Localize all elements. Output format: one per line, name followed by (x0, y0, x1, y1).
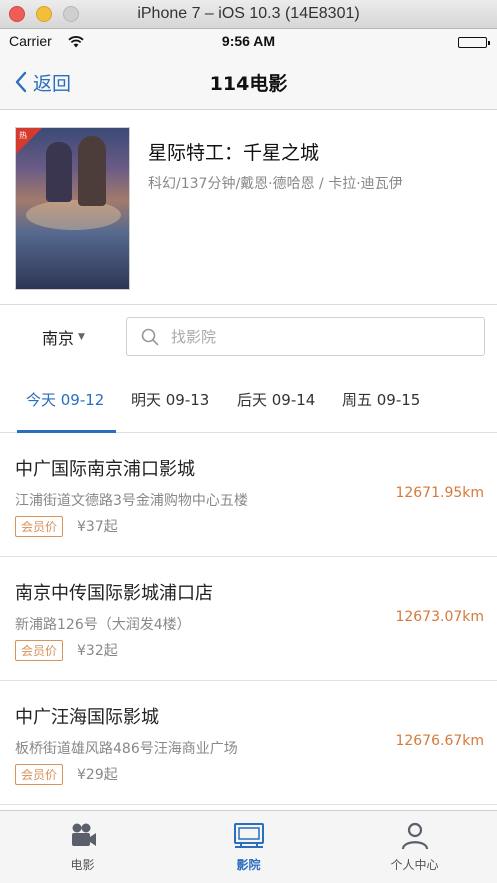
member-price-badge: 会员价 (15, 764, 64, 785)
poster-badge: 热 (19, 131, 27, 140)
movie-poster: 热 (15, 127, 130, 290)
search-input[interactable] (171, 326, 471, 348)
cinema-distance: 12676.67km (395, 733, 484, 749)
cinema-name: 中广国际南京浦口影城 (15, 459, 195, 480)
cinema-list-item[interactable]: 中广汪海国际影城 板桥街道雄风路486号汪海商业广场 12676.67km 会员… (0, 681, 497, 805)
member-price-badge: 会员价 (15, 640, 64, 661)
search-box[interactable] (126, 317, 485, 356)
simulator-title: iPhone 7 – iOS 10.3 (14E8301) (137, 5, 360, 22)
status-time: 9:56 AM (221, 33, 276, 49)
cinema-price: ¥29起 (77, 767, 118, 783)
status-bar: Carrier 9:56 AM (0, 29, 497, 54)
cinema-address: 新浦路126号（大润发4楼） (15, 617, 191, 633)
cinema-name: 中广汪海国际影城 (15, 707, 159, 728)
cinema-list-item[interactable]: 南京中传国际影城浦口店 新浦路126号（大润发4楼） 12673.07km 会员… (0, 557, 497, 681)
battery-icon (458, 37, 490, 48)
cinema-price: ¥32起 (77, 643, 118, 659)
tabbar-item-cinemas[interactable]: 影院 (166, 811, 331, 883)
tabbar-label: 电影 (70, 858, 95, 872)
cinema-address: 江浦街道文德路3号金浦购物中心五楼 (15, 493, 248, 509)
simulator-title-bar: iPhone 7 – iOS 10.3 (14E8301) (0, 0, 497, 29)
date-tabs: 今天 09-12 明天 09-13 后天 09-14 周五 09-15 (0, 367, 497, 433)
tabbar-label: 影院 (236, 858, 261, 872)
cinema-list-item[interactable]: 中广国际南京浦口影城 江浦街道文德路3号金浦购物中心五楼 12671.95km … (0, 433, 497, 557)
cinema-price: ¥37起 (77, 519, 118, 535)
person-icon (401, 822, 428, 850)
movie-camera-icon (71, 823, 96, 846)
page-title: 114电影 (209, 73, 288, 95)
cinema-name: 南京中传国际影城浦口店 (15, 583, 213, 604)
tab-tomorrow[interactable]: 明天 09-13 (131, 389, 209, 410)
movie-title: 星际特工：千星之城 (148, 142, 320, 164)
tabbar-item-movies[interactable]: 电影 (0, 811, 165, 883)
tab-today[interactable]: 今天 09-12 (26, 389, 104, 410)
navigation-bar: 返回 114电影 (0, 54, 497, 110)
cinema-address: 板桥街道雄风路486号汪海商业广场 (15, 741, 238, 757)
member-price-badge: 会员价 (15, 516, 64, 537)
city-label: 南京 (42, 329, 75, 348)
cinema-screen-icon (233, 823, 264, 848)
cinema-distance: 12671.95km (395, 485, 484, 501)
bottom-tab-bar: 电影 影院 个人中心 (0, 810, 497, 883)
caret-down-icon: ▼ (78, 332, 85, 342)
search-row: 南京 ▼ (0, 305, 497, 367)
movie-meta: 科幻/137分钟/戴恩·德哈恩 / 卡拉·迪瓦伊 (148, 176, 403, 192)
tab-friday[interactable]: 周五 09-15 (342, 389, 420, 410)
tab-day-after[interactable]: 后天 09-14 (237, 389, 315, 410)
city-selector[interactable]: 南京 ▼ (42, 325, 85, 349)
cinema-distance: 12673.07km (395, 609, 484, 625)
tabbar-label: 个人中心 (390, 858, 439, 872)
movie-card[interactable]: 热 星际特工：千星之城 科幻/137分钟/戴恩·德哈恩 / 卡拉·迪瓦伊 (0, 110, 497, 305)
search-icon (141, 328, 159, 346)
tabbar-item-profile[interactable]: 个人中心 (332, 811, 497, 883)
